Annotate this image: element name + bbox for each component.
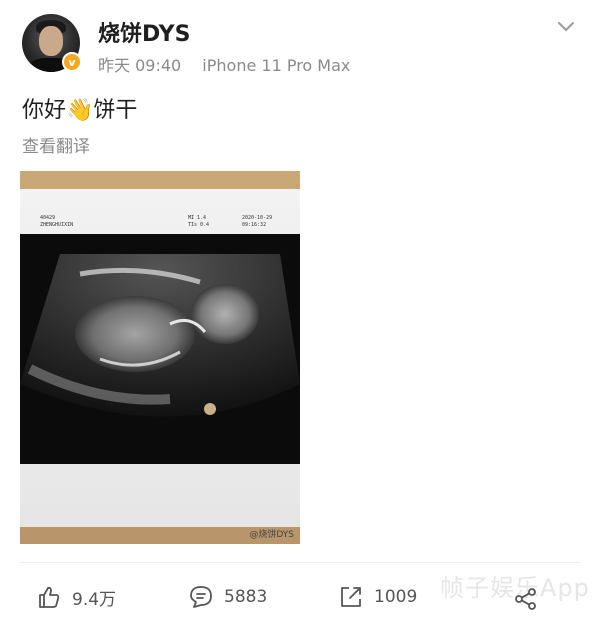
post-device: iPhone 11 Pro Max — [202, 56, 351, 75]
post-time: 昨天 09:40 — [98, 56, 182, 75]
scan-tis: TIs 0.4 — [188, 222, 210, 228]
comment-count: 5883 — [224, 587, 268, 607]
chevron-down-icon[interactable] — [556, 20, 576, 34]
scan-id: 40429 — [40, 215, 56, 221]
repost-count: 1009 — [374, 587, 418, 607]
avatar-face — [39, 26, 63, 56]
like-count: 9.4万 — [72, 589, 117, 610]
repost-icon — [341, 587, 361, 607]
ultrasound-scan — [20, 234, 300, 464]
translate-link[interactable]: 查看翻译 — [22, 132, 90, 157]
post-image[interactable]: 40429 ZHENGHUIXIN MI 1.4 TIs 0.4 2020-10… — [20, 171, 300, 544]
thumbs-up-icon — [39, 586, 60, 608]
waving-hand-emoji-icon: 👋 — [66, 98, 94, 123]
scan-clock: 09:16:32 — [242, 222, 267, 228]
post-text-end: 饼干 — [93, 98, 138, 123]
ultrasound-scan-graphic — [20, 254, 300, 417]
scan-header: 40429 ZHENGHUIXIN MI 1.4 TIs 0.4 2020-10… — [20, 213, 300, 233]
post-meta: 昨天 09:40 iPhone 11 Pro Max — [98, 52, 350, 76]
ultrasound-paper: 40429 ZHENGHUIXIN MI 1.4 TIs 0.4 2020-10… — [20, 189, 300, 527]
scan-date: 2020-10-29 — [242, 215, 273, 221]
share-icon[interactable] — [513, 586, 539, 612]
post-text-start: 你好 — [22, 98, 67, 123]
verified-badge-icon: v — [62, 52, 82, 72]
like-button[interactable]: 9.4万 — [36, 584, 116, 610]
scan-mi: MI 1.4 — [188, 215, 207, 221]
comment-button[interactable]: 5883 — [188, 584, 267, 610]
scan-patient: ZHENGHUIXIN — [40, 222, 74, 228]
image-watermark: @烧饼DYS — [249, 530, 294, 540]
comment-icon — [190, 586, 212, 608]
repost-button[interactable]: 1009 — [338, 584, 417, 610]
author-name[interactable]: 烧饼DYS — [98, 16, 190, 48]
divider — [20, 562, 580, 563]
post-text: 你好👋饼干 — [22, 92, 137, 124]
